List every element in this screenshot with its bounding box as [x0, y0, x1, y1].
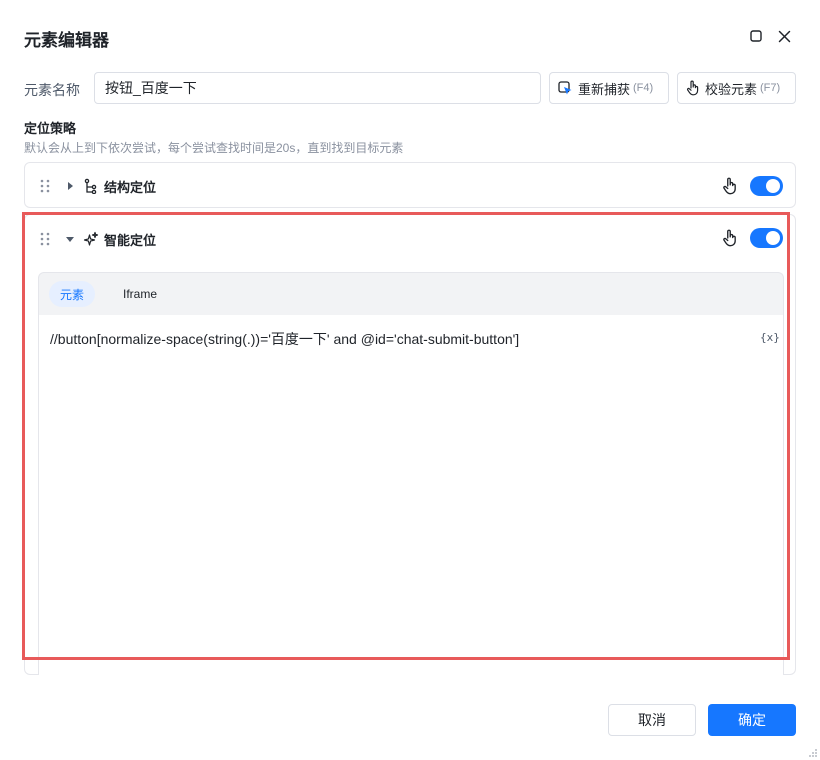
recapture-shortcut: (F4) [633, 82, 654, 94]
tree-structure-icon [84, 178, 97, 194]
drag-handle-icon[interactable] [39, 179, 51, 193]
strategy-toggle-structural[interactable] [750, 176, 783, 196]
smart-locator-panel: 元素 Iframe //button[normalize-space(strin… [38, 272, 784, 676]
xpath-expression[interactable]: //button[normalize-space(string(.))='百度一… [50, 329, 519, 349]
strategy-label-structural: 结构定位 [104, 180, 157, 195]
maximize-icon [750, 30, 762, 42]
sparkle-icon [83, 231, 99, 246]
pointer-hand-icon [686, 80, 700, 96]
drag-handle-icon[interactable] [39, 232, 51, 246]
close-icon [778, 30, 790, 42]
strategy-toggle-smart[interactable] [750, 228, 783, 248]
confirm-button[interactable]: 确定 [708, 704, 796, 736]
verify-element-label: 校验元素 [705, 81, 758, 97]
strategy-label-smart: 智能定位 [104, 233, 157, 248]
recapture-label: 重新捕获 [578, 81, 631, 97]
dialog-title: 元素编辑器 [24, 31, 109, 50]
tab-element[interactable]: 元素 [49, 281, 96, 307]
verify-element-button[interactable]: 校验元素 (F7) [677, 72, 796, 104]
strategy-item-smart: 智能定位 元素 Iframe //button[normalize-space(… [24, 214, 796, 676]
tab-iframe[interactable]: Iframe [112, 281, 168, 307]
pointer-hand-icon[interactable] [722, 229, 738, 247]
maximize-button[interactable] [747, 27, 765, 45]
verify-element-shortcut: (F7) [760, 82, 781, 94]
recapture-button[interactable]: 重新捕获 (F4) [549, 72, 669, 104]
strategy-title: 定位策略 [24, 121, 77, 136]
pointer-hand-icon[interactable] [722, 177, 738, 195]
caret-right-icon[interactable] [65, 181, 75, 191]
strategy-item-structural: 结构定位 [24, 162, 796, 208]
insert-variable-button[interactable]: {x} [760, 331, 780, 344]
element-name-label: 元素名称 [24, 82, 80, 98]
element-name-input[interactable] [94, 72, 541, 104]
strategy-description: 默认会从上到下依次尝试，每个尝试查找时间是20s，直到找到目标元素 [24, 141, 404, 155]
xpath-editor[interactable]: //button[normalize-space(string(.))='百度一… [39, 315, 783, 676]
close-button[interactable] [775, 27, 793, 45]
caret-down-icon[interactable] [65, 234, 75, 244]
capture-cursor-icon [558, 80, 573, 96]
cancel-button[interactable]: 取消 [608, 704, 696, 736]
resize-grip-icon[interactable] [808, 748, 818, 758]
element-editor-dialog: 元素编辑器 元素名称 重新捕获 (F4) 校验元素 (F7) 定位策略 默认会从… [0, 0, 820, 760]
